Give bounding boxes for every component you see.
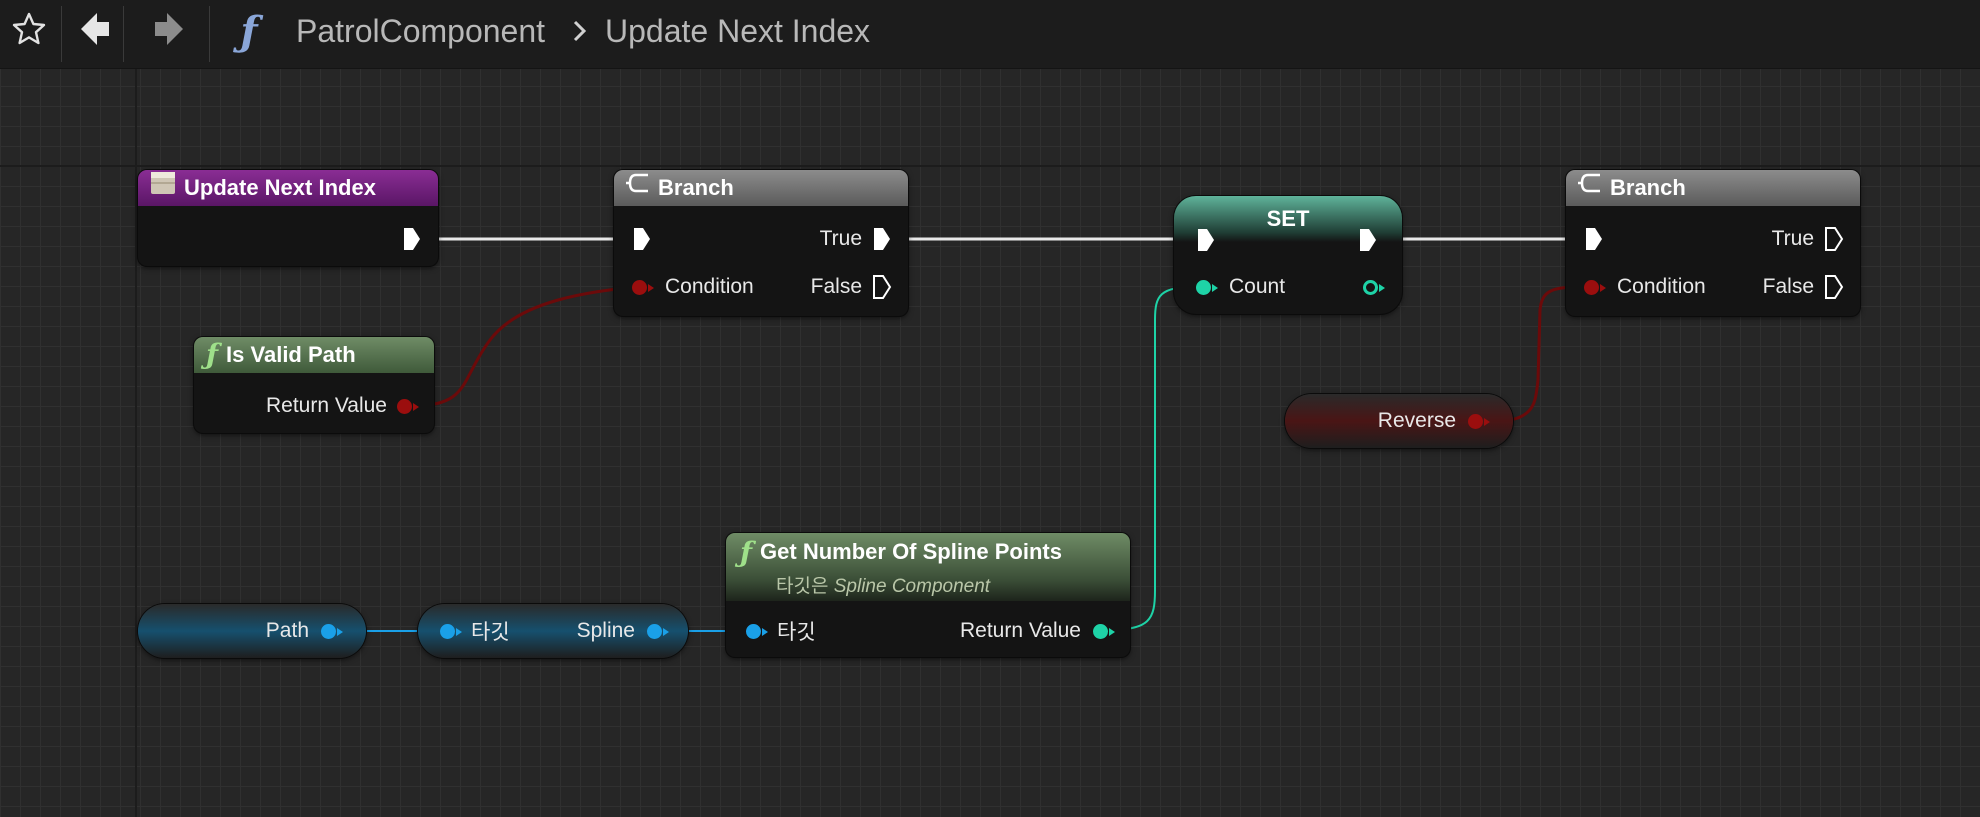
branch-2-true-label: True	[1771, 227, 1814, 250]
get-points-subtitle: 타깃은 Spline Component	[740, 571, 1130, 598]
get-points-subtitle-prefix: 타깃은	[776, 576, 829, 597]
reverse-variable-node[interactable]: Reverse	[1285, 394, 1513, 448]
get-points-header: ƒ Get Number Of Spline Points 타깃은 Spline…	[726, 533, 1130, 601]
spline-getter-out-pin[interactable]: Spline	[576, 616, 669, 646]
reverse-out-pin[interactable]: Reverse	[1377, 406, 1490, 436]
branch-1-exec-in-pin[interactable]	[632, 224, 652, 254]
branch-1-condition-pin[interactable]: Condition	[632, 272, 754, 302]
path-label: Path	[265, 619, 309, 642]
is-valid-path-title: Is Valid Path	[226, 342, 356, 367]
function-icon: ƒ	[206, 338, 219, 371]
branch-node-1-title: Branch	[658, 175, 734, 200]
path-out-pin[interactable]: Path	[265, 616, 343, 646]
set-exec-out-pin[interactable]	[1358, 225, 1378, 255]
function-icon: ƒ	[740, 535, 753, 569]
bool-pin-icon	[1468, 413, 1490, 429]
get-points-subtitle-class: Spline Component	[833, 576, 991, 597]
object-pin-icon	[746, 623, 768, 639]
event-icon	[150, 170, 176, 207]
is-valid-return-pin[interactable]: Return Value	[265, 391, 419, 421]
path-variable-node[interactable]: Path	[138, 604, 366, 658]
object-pin-icon	[321, 623, 343, 639]
set-count-in-pin[interactable]: Count	[1196, 272, 1285, 302]
get-points-target-pin[interactable]: 타깃	[746, 616, 816, 646]
int-pin-icon	[1196, 279, 1218, 295]
set-node[interactable]: SET Count	[1174, 196, 1402, 314]
reverse-label: Reverse	[1377, 409, 1456, 432]
get-points-target-label: 타깃	[777, 621, 816, 644]
is-valid-path-node[interactable]: ƒ Is Valid Path Return Value	[194, 337, 434, 433]
set-count-out-pin[interactable]	[1363, 272, 1385, 302]
branch-node-1-header: Branch	[614, 170, 908, 206]
entry-node-title: Update Next Index	[184, 175, 376, 200]
is-valid-path-header: ƒ Is Valid Path	[194, 337, 434, 373]
branch-2-condition-label: Condition	[1617, 275, 1706, 298]
bool-pin-icon	[1584, 279, 1606, 295]
set-exec-in-pin[interactable]	[1196, 225, 1216, 255]
object-pin-icon	[440, 623, 462, 639]
branch-icon	[626, 170, 650, 207]
branch-icon	[1578, 170, 1602, 207]
branch-1-false-label: False	[810, 275, 862, 298]
branch-1-condition-label: Condition	[665, 275, 754, 298]
get-points-title: Get Number Of Spline Points	[760, 539, 1062, 564]
entry-exec-out-pin[interactable]	[402, 224, 422, 254]
set-count-label: Count	[1229, 275, 1286, 298]
bool-wire-isvalid-condition	[411, 285, 635, 408]
entry-node[interactable]: Update Next Index	[138, 170, 438, 266]
is-valid-return-label: Return Value	[265, 394, 387, 417]
spline-getter-target-pin[interactable]: 타깃	[440, 616, 510, 646]
get-points-return-pin[interactable]: Return Value	[959, 616, 1115, 646]
branch-2-exec-in-pin[interactable]	[1584, 224, 1604, 254]
bool-pin-icon	[632, 279, 654, 295]
set-node-title: SET	[1266, 206, 1310, 231]
branch-1-true-pin[interactable]: True	[820, 224, 892, 254]
get-points-return-label: Return Value	[959, 619, 1081, 642]
branch-2-false-pin[interactable]: False	[1763, 272, 1844, 302]
branch-node-2-title: Branch	[1610, 175, 1686, 200]
int-pin-icon	[1093, 623, 1115, 639]
spline-getter-node[interactable]: 타깃 Spline	[418, 604, 688, 658]
get-number-of-spline-points-node[interactable]: ƒ Get Number Of Spline Points 타깃은 Spline…	[726, 533, 1130, 657]
branch-1-true-label: True	[819, 227, 862, 250]
branch-node-1[interactable]: Branch True Condition False	[614, 170, 908, 316]
spline-getter-out-label: Spline	[576, 619, 635, 642]
spline-getter-target-label: 타깃	[471, 621, 510, 644]
entry-node-header: Update Next Index	[138, 170, 438, 206]
branch-2-true-pin[interactable]: True	[1772, 224, 1844, 254]
branch-node-2-header: Branch	[1566, 170, 1860, 206]
branch-node-2[interactable]: Branch True Condition False	[1566, 170, 1860, 316]
object-pin-icon	[647, 623, 669, 639]
bool-pin-icon	[397, 398, 419, 414]
branch-2-false-label: False	[1762, 275, 1814, 298]
branch-2-condition-pin[interactable]: Condition	[1584, 272, 1706, 302]
branch-1-false-pin[interactable]: False	[811, 272, 892, 302]
int-pin-empty-icon	[1363, 280, 1385, 295]
